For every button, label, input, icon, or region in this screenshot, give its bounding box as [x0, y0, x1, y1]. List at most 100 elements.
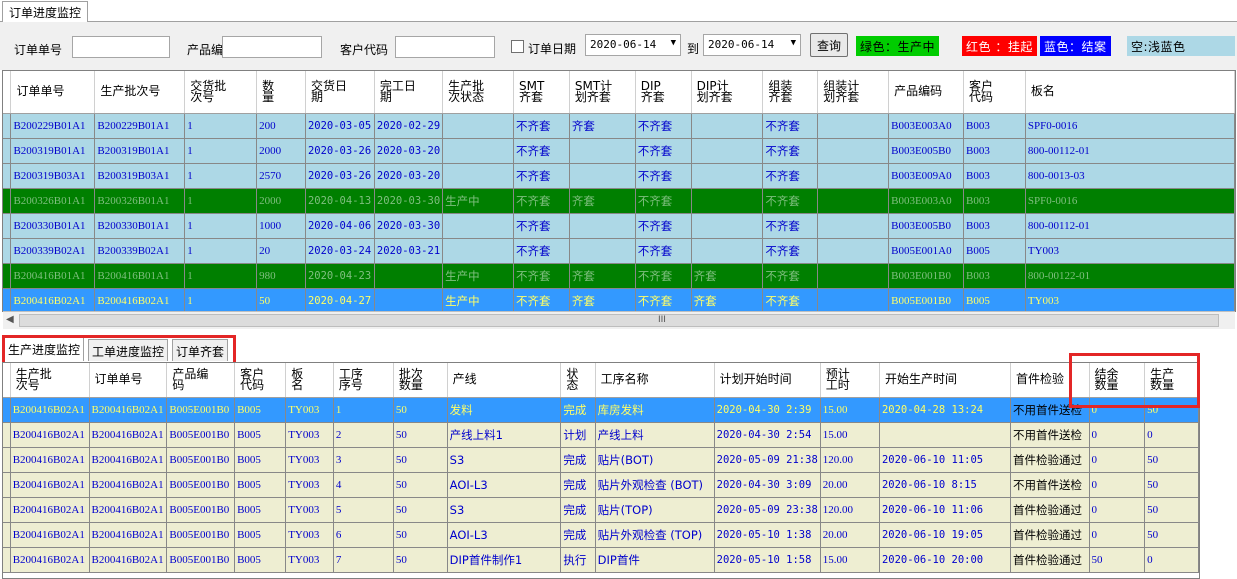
row-indicator[interactable]	[3, 447, 11, 473]
table-cell[interactable]: B005	[963, 288, 1026, 311]
table-cell[interactable]: B200326B01A1	[10, 188, 96, 214]
column-header[interactable]: 产品编码	[888, 71, 965, 114]
table-row[interactable]: B200416B02A1 B200416B02A1 B005E001B0 B005 TY…	[3, 422, 1199, 448]
table-cell[interactable]: 完成	[560, 397, 596, 423]
row-indicator[interactable]	[3, 497, 11, 523]
table-row[interactable]: B200416B02A1 B200416B02A1 B005E001B0 B005 TY…	[3, 397, 1199, 423]
table-cell[interactable]	[569, 138, 636, 164]
table-cell[interactable]: B005E001B0	[166, 397, 236, 423]
column-header[interactable]: 状 态	[560, 363, 596, 398]
table-cell[interactable]: B003E005B0	[888, 138, 965, 164]
table-cell[interactable]: 不齐套	[635, 113, 692, 139]
table-cell[interactable]: 不齐套	[635, 163, 692, 189]
table-cell[interactable]: 2000	[256, 138, 306, 164]
table-row[interactable]: B200339B02A1 B200339B02A1 1 20 2020-03-24 202…	[3, 238, 1235, 264]
table-cell[interactable]: S3	[447, 497, 562, 523]
table-cell[interactable]: 2020-03-24	[305, 238, 375, 264]
table-cell[interactable]: 15.00	[820, 547, 880, 573]
table-cell[interactable]: 2020-03-26	[305, 138, 375, 164]
table-cell[interactable]: B003	[963, 263, 1026, 289]
table-cell[interactable]	[691, 113, 764, 139]
table-cell[interactable]: 贴片(TOP)	[595, 497, 715, 523]
table-cell[interactable]: 不齐套	[762, 138, 819, 164]
table-cell[interactable]: B200416B02A1	[94, 288, 186, 311]
table-cell[interactable]: 2020-06-10 11:06	[879, 497, 1012, 523]
table-cell[interactable]: 贴片(BOT)	[595, 447, 715, 473]
column-header[interactable]: 组装 齐套	[762, 71, 819, 114]
table-cell[interactable]: B200416B02A1	[89, 447, 168, 473]
table-cell[interactable]: 50	[393, 497, 448, 523]
column-header[interactable]: 开始生产时间	[879, 363, 1012, 398]
row-indicator[interactable]	[3, 397, 11, 423]
table-row[interactable]: B200416B02A1 B200416B02A1 B005E001B0 B005 TY…	[3, 447, 1199, 473]
table-cell[interactable]	[442, 113, 514, 139]
table-cell[interactable]	[442, 238, 514, 264]
table-cell[interactable]: 800-0013-03	[1025, 163, 1235, 189]
table-cell[interactable]	[817, 213, 890, 239]
table-cell[interactable]: 50	[393, 447, 448, 473]
table-cell[interactable]: 产线上料1	[447, 422, 562, 448]
table-cell[interactable]: 15.00	[820, 422, 880, 448]
table-cell[interactable]: DIP首件制作1	[447, 547, 562, 573]
table-cell[interactable]	[817, 163, 890, 189]
order-date-checkbox[interactable]	[511, 40, 524, 53]
table-cell[interactable]	[817, 263, 890, 289]
table-cell[interactable]: 0	[1089, 422, 1146, 448]
column-header[interactable]: 完工日 期	[374, 71, 444, 114]
table-cell[interactable]	[691, 188, 764, 214]
table-cell[interactable]: B200339B02A1	[94, 238, 186, 264]
table-cell[interactable]: 完成	[560, 472, 596, 498]
row-indicator[interactable]	[3, 288, 12, 311]
table-cell[interactable]: B003E009A0	[888, 163, 965, 189]
table-cell[interactable]: 200	[256, 113, 306, 139]
table-row[interactable]: B200416B02A1 B200416B02A1 1 50 2020-04-27 生产中…	[3, 288, 1235, 311]
column-header[interactable]: 工序名称	[595, 363, 715, 398]
table-cell[interactable]: B200416B02A1	[10, 497, 90, 523]
table-cell[interactable]: B200319B01A1	[10, 138, 96, 164]
table-cell[interactable]: 2020-04-30 2:54	[714, 422, 821, 448]
table-cell[interactable]: 2020-06-10 11:05	[879, 447, 1012, 473]
table-cell[interactable]: 不齐套	[635, 238, 692, 264]
table-cell[interactable]: 0	[1089, 522, 1146, 548]
column-header[interactable]: 预计 工时	[820, 363, 880, 398]
order-no-input[interactable]	[72, 36, 170, 58]
table-cell[interactable]: B200319B03A1	[10, 163, 96, 189]
table-cell[interactable]: B200326B01A1	[94, 188, 186, 214]
table-cell[interactable]: 不齐套	[762, 263, 819, 289]
table-cell[interactable]: B003E003A0	[888, 188, 965, 214]
table-cell[interactable]: B005E001B0	[166, 447, 236, 473]
table-row[interactable]: B200416B01A1 B200416B01A1 1 980 2020-04-23 生产…	[3, 263, 1235, 289]
table-cell[interactable]: 2020-02-29	[374, 113, 444, 139]
row-indicator[interactable]	[3, 163, 12, 189]
table-cell[interactable]: 齐套	[569, 113, 636, 139]
column-header[interactable]: 板名	[1025, 71, 1235, 114]
table-cell[interactable]: 2020-04-27	[305, 288, 375, 311]
table-cell[interactable]	[569, 238, 636, 264]
column-header[interactable]: SMT计 划齐套	[569, 71, 636, 114]
column-header[interactable]: 结余 数量	[1089, 363, 1146, 398]
table-cell[interactable]: 2570	[256, 163, 306, 189]
table-cell[interactable]: TY003	[1025, 288, 1235, 311]
table-cell[interactable]: 0	[1144, 547, 1199, 573]
table-cell[interactable]: 50	[1089, 547, 1146, 573]
table-cell[interactable]: 50	[1144, 447, 1199, 473]
table-cell[interactable]: B200416B02A1	[10, 472, 90, 498]
table-cell[interactable]: B200416B01A1	[10, 263, 96, 289]
row-indicator[interactable]	[3, 522, 11, 548]
table-cell[interactable]	[569, 213, 636, 239]
table-cell[interactable]: B200416B02A1	[10, 447, 90, 473]
table-cell[interactable]: B005E001B0	[888, 288, 965, 311]
table-cell[interactable]	[569, 163, 636, 189]
table-cell[interactable]: B003	[963, 163, 1026, 189]
table-cell[interactable]: 生产中	[442, 263, 514, 289]
table-cell[interactable]: 不齐套	[762, 113, 819, 139]
table-cell[interactable]: B200229B01A1	[94, 113, 186, 139]
table-cell[interactable]: 2020-03-20	[374, 163, 444, 189]
table-cell[interactable]: 发料	[447, 397, 562, 423]
table-cell[interactable]: 首件检验通过	[1010, 522, 1090, 548]
table-cell[interactable]: 2020-04-06	[305, 213, 375, 239]
table-cell[interactable]: B005	[234, 497, 287, 523]
table-cell[interactable]: B005	[234, 547, 287, 573]
table-cell[interactable]: 1	[184, 163, 258, 189]
table-cell[interactable]: 20.00	[820, 472, 880, 498]
